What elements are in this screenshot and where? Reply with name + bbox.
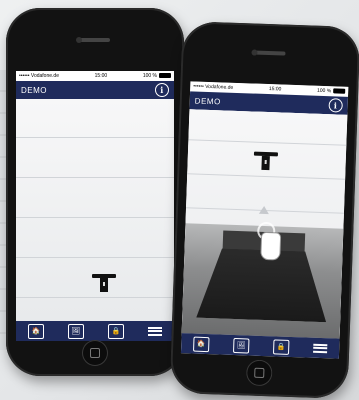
left-phone: •••••• Vodafone.de 15:00 100 % DEMO i 🏠 … xyxy=(6,8,184,376)
right-phone: •••••• Vodafone.de 15:00 100 % DEMO i 🏠 … xyxy=(169,21,359,399)
info-button[interactable]: i xyxy=(328,98,343,113)
tab-gallery-icon[interactable]: 🖼 xyxy=(68,323,84,339)
home-button[interactable] xyxy=(82,340,108,366)
speaker-grill xyxy=(255,50,286,56)
tab-home-icon[interactable]: 🏠 xyxy=(28,323,44,339)
speaker-grill xyxy=(80,38,110,42)
door-panel-line xyxy=(16,297,174,298)
battery-label: 100 % xyxy=(317,86,346,97)
menu-icon[interactable] xyxy=(148,326,162,336)
door-view xyxy=(181,109,348,339)
time-label: 15:00 xyxy=(268,86,282,93)
door-panel-line xyxy=(16,177,174,178)
tap-gesture-icon xyxy=(254,205,283,263)
left-screen: •••••• Vodafone.de 15:00 100 % DEMO i 🏠 … xyxy=(16,71,174,341)
app-header: DEMO i xyxy=(16,81,174,99)
battery-icon xyxy=(159,73,171,79)
time-label: 15:00 xyxy=(94,73,108,79)
tab-lock-icon[interactable]: 🔒 xyxy=(272,338,290,355)
door-handle-icon[interactable] xyxy=(92,274,116,292)
front-camera xyxy=(76,37,82,43)
tab-lock-icon[interactable]: 🔒 xyxy=(108,323,124,339)
carrier-label: •••••• Vodafone.de xyxy=(193,83,234,91)
tab-gallery-icon[interactable]: 🖼 xyxy=(233,337,250,354)
status-bar: •••••• Vodafone.de 15:00 100 % xyxy=(16,71,174,81)
battery-label: 100 % xyxy=(143,71,171,81)
tab-home-icon[interactable]: 🏠 xyxy=(193,336,210,352)
door-panel-line xyxy=(16,217,174,218)
info-button[interactable]: i xyxy=(155,83,169,97)
door-panel-line xyxy=(16,257,174,258)
door-view xyxy=(16,99,174,321)
carrier-label: •••••• Vodafone.de xyxy=(19,73,59,79)
right-screen: •••••• Vodafone.de 15:00 100 % DEMO i 🏠 … xyxy=(180,81,349,359)
bottom-tab-bar: 🏠 🖼 🔒 xyxy=(180,333,340,359)
front-camera xyxy=(251,49,258,56)
battery-icon xyxy=(333,88,346,94)
bottom-tab-bar: 🏠 🖼 🔒 xyxy=(16,321,174,341)
app-title: DEMO xyxy=(21,85,47,95)
menu-icon[interactable] xyxy=(313,343,328,353)
door-panel-line xyxy=(16,137,174,138)
door-handle-icon[interactable] xyxy=(253,151,279,171)
home-button[interactable] xyxy=(245,359,273,387)
app-title: DEMO xyxy=(194,95,221,106)
